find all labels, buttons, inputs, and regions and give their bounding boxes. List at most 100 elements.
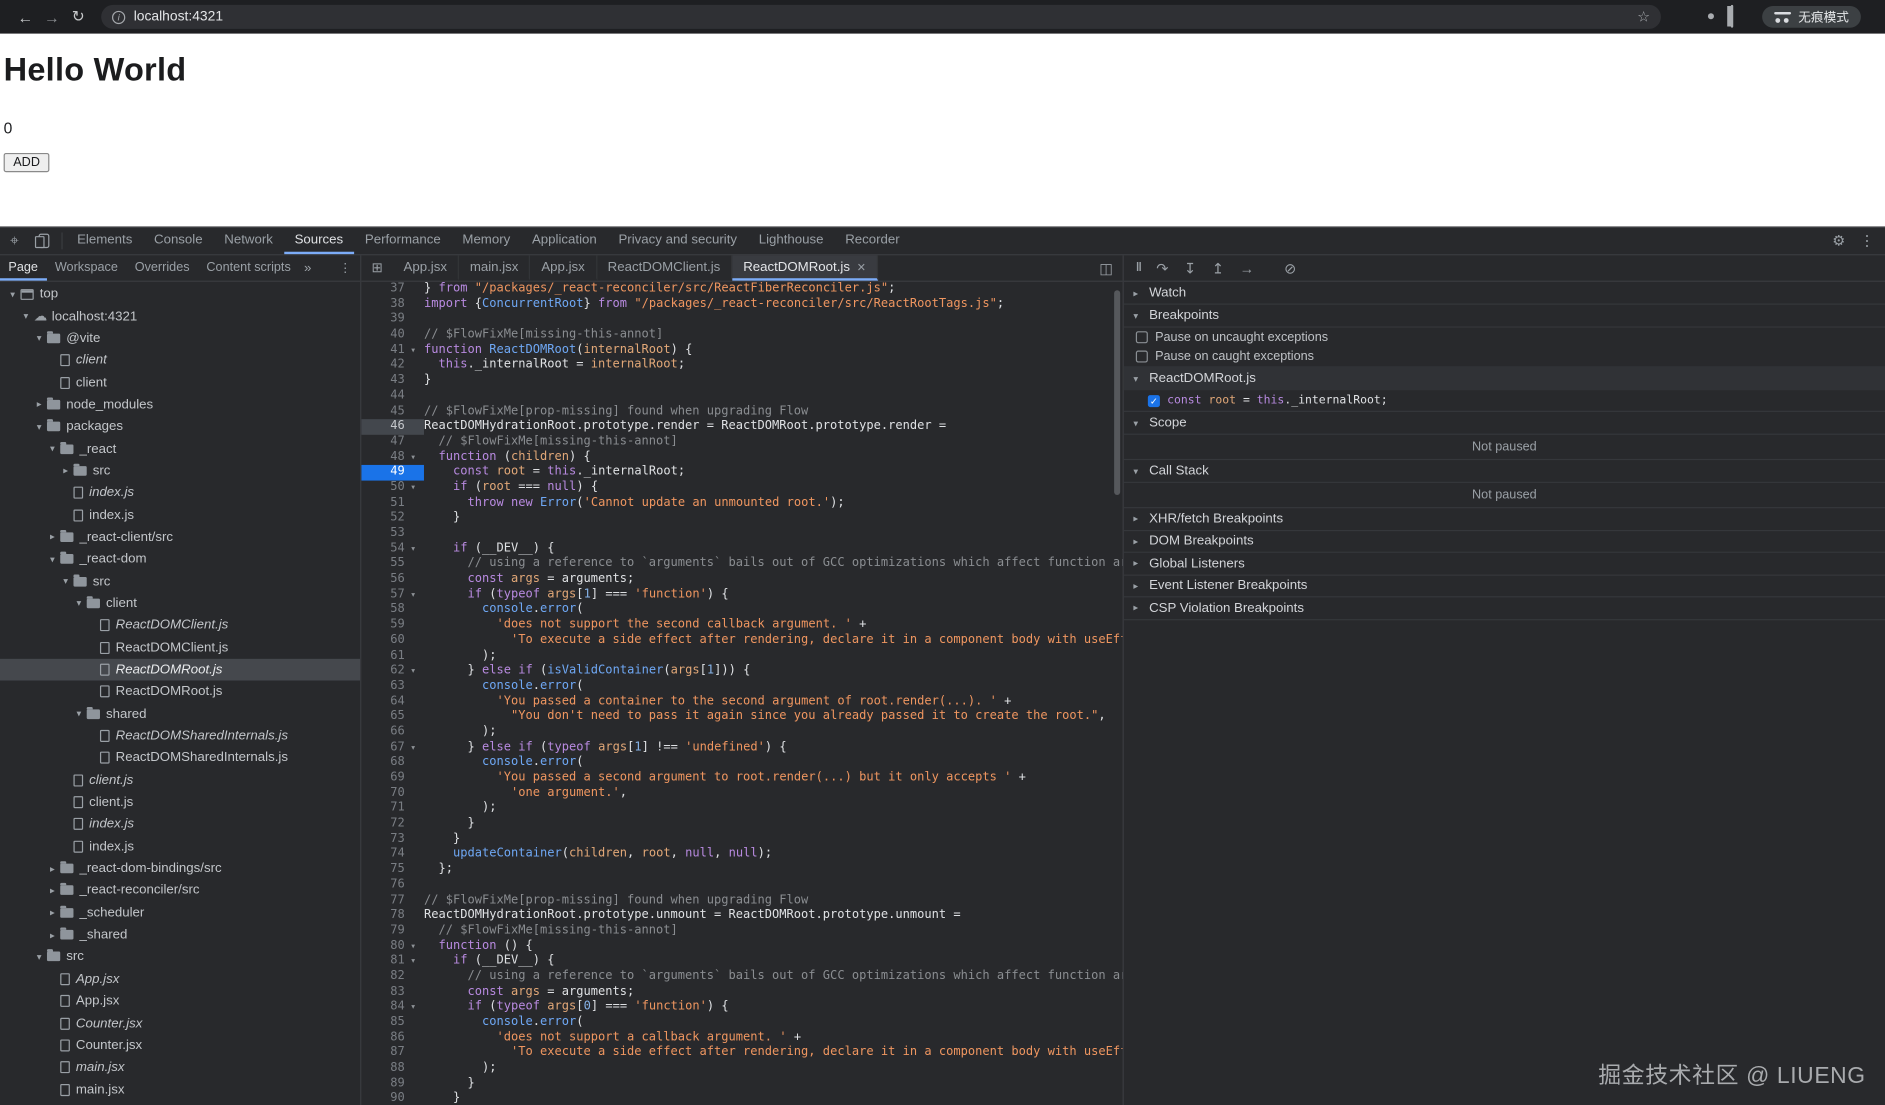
- gutter[interactable]: 38: [361, 297, 424, 312]
- line-number[interactable]: 76: [361, 878, 404, 893]
- editor-tab-reactdomroot-js[interactable]: ReactDOMRoot.js×: [732, 255, 877, 280]
- code-line[interactable]: 68 console.error(: [361, 756, 1122, 771]
- code-line[interactable]: 81▾ if (__DEV__) {: [361, 954, 1122, 969]
- tree-item-top[interactable]: ▾top: [0, 283, 360, 305]
- tree-item-main-jsx[interactable]: main.jsx: [0, 1078, 360, 1100]
- code-line[interactable]: 58 console.error(: [361, 603, 1122, 618]
- tree-item-localhost-4321[interactable]: ▾☁localhost:4321: [0, 305, 360, 327]
- tree-item-react-dom[interactable]: ▾_react-dom: [0, 548, 360, 570]
- code-line[interactable]: 84▾ if (typeof args[0] === 'function') {: [361, 1000, 1122, 1015]
- gutter[interactable]: 42: [361, 358, 424, 373]
- gutter[interactable]: 88: [361, 1061, 424, 1076]
- sidebar-section-csp-violation-breakpoints[interactable]: ▸CSP Violation Breakpoints: [1124, 597, 1885, 619]
- tree-item-scheduler[interactable]: ▸_scheduler: [0, 902, 360, 924]
- gutter[interactable]: 49: [361, 465, 424, 480]
- side-panel-icon[interactable]: [1731, 6, 1733, 28]
- chevron-down-icon[interactable]: ▾: [18, 311, 34, 322]
- line-number[interactable]: 43: [361, 374, 404, 389]
- tree-item-vite[interactable]: ▾@vite: [0, 327, 360, 349]
- fold-arrow-icon[interactable]: ▾: [405, 481, 422, 496]
- line-number[interactable]: 52: [361, 511, 404, 526]
- gutter[interactable]: 90: [361, 1092, 424, 1105]
- tree-item-reactdomclient-js[interactable]: ReactDOMClient.js: [0, 637, 360, 659]
- code-line[interactable]: 61 );: [361, 649, 1122, 664]
- tree-item-react-dom-bindings-src[interactable]: ▸_react-dom-bindings/src: [0, 858, 360, 880]
- chevron-down-icon[interactable]: ▾: [45, 554, 61, 565]
- code-line[interactable]: 69 'You passed a second argument to root…: [361, 771, 1122, 786]
- sidebar-section-dom-breakpoints[interactable]: ▸DOM Breakpoints: [1124, 531, 1885, 553]
- tree-item-client[interactable]: ▾client: [0, 592, 360, 614]
- chevron-down-icon[interactable]: ▾: [71, 708, 87, 719]
- devtools-tab-sources[interactable]: Sources: [284, 228, 354, 254]
- chevron-right-icon[interactable]: ▸: [45, 907, 61, 918]
- tree-item-app-jsx[interactable]: App.jsx: [0, 990, 360, 1012]
- devtools-tab-privacy-and-security[interactable]: Privacy and security: [608, 228, 748, 254]
- tree-item-counter-jsx[interactable]: Counter.jsx: [0, 1034, 360, 1056]
- chevron-right-icon[interactable]: ▸: [45, 885, 61, 896]
- line-number[interactable]: 72: [361, 817, 404, 832]
- tree-item-react[interactable]: ▾_react: [0, 438, 360, 460]
- checkbox-unchecked-icon[interactable]: [1136, 331, 1148, 343]
- gutter[interactable]: 79: [361, 924, 424, 939]
- tree-item-reactdomclient-js[interactable]: ReactDOMClient.js: [0, 614, 360, 636]
- gutter[interactable]: 55: [361, 557, 424, 572]
- chevron-right-icon[interactable]: ▸: [45, 863, 61, 874]
- devtools-tab-elements[interactable]: Elements: [66, 228, 143, 254]
- chevron-down-icon[interactable]: ▾: [58, 576, 74, 587]
- sidebar-section-call-stack[interactable]: ▾ Call Stack: [1124, 460, 1885, 483]
- tree-item-react-reconciler-src[interactable]: ▸_react-reconciler/src: [0, 880, 360, 902]
- line-number[interactable]: 87: [361, 1046, 404, 1061]
- gutter[interactable]: 86: [361, 1031, 424, 1046]
- tree-item-shared[interactable]: ▸_shared: [0, 924, 360, 946]
- line-number[interactable]: 61: [361, 649, 404, 664]
- gutter[interactable]: 84▾: [361, 1000, 424, 1015]
- gutter[interactable]: 78: [361, 908, 424, 923]
- code-line[interactable]: 85 console.error(: [361, 1015, 1122, 1030]
- tree-item-client[interactable]: client: [0, 349, 360, 371]
- line-number[interactable]: 70: [361, 786, 404, 801]
- pause-uncaught-exceptions-row[interactable]: Pause on uncaught exceptions: [1124, 328, 1885, 347]
- line-number[interactable]: 60: [361, 633, 404, 648]
- tree-item-client-js[interactable]: client.js: [0, 791, 360, 813]
- line-number[interactable]: 78: [361, 908, 404, 923]
- line-number[interactable]: 62: [361, 664, 404, 679]
- line-number[interactable]: 66: [361, 725, 404, 740]
- devtools-tab-application[interactable]: Application: [521, 228, 608, 254]
- chevron-right-icon[interactable]: ▸: [31, 399, 47, 410]
- code-line[interactable]: 90 }: [361, 1092, 1122, 1105]
- code-line[interactable]: 56 const args = arguments;: [361, 572, 1122, 587]
- fold-arrow-icon[interactable]: ▾: [405, 664, 422, 679]
- code-editor[interactable]: 37} from "/packages/_react-reconciler/sr…: [361, 282, 1122, 1105]
- pause-icon[interactable]: ‖: [1136, 261, 1141, 274]
- code-line[interactable]: 46ReactDOMHydrationRoot.prototype.render…: [361, 419, 1122, 434]
- code-line[interactable]: 47 // $FlowFixMe[missing-this-annot]: [361, 435, 1122, 450]
- code-line[interactable]: 74 updateContainer(children, root, null,…: [361, 847, 1122, 862]
- line-number[interactable]: 42: [361, 358, 404, 373]
- gutter[interactable]: 51: [361, 496, 424, 511]
- code-line[interactable]: 67▾ } else if (typeof args[1] !== 'undef…: [361, 740, 1122, 755]
- tree-item-client[interactable]: client: [0, 371, 360, 393]
- code-line[interactable]: 59 'does not support the second callback…: [361, 618, 1122, 633]
- code-line[interactable]: 82 // using a reference to `arguments` b…: [361, 970, 1122, 985]
- line-number[interactable]: 90: [361, 1092, 404, 1105]
- code-line[interactable]: 63 console.error(: [361, 679, 1122, 694]
- navigator-tab-overrides[interactable]: Overrides: [126, 255, 198, 280]
- reload-icon[interactable]: ↻: [65, 7, 91, 26]
- gutter[interactable]: 62▾: [361, 664, 424, 679]
- editor-tab-reactdomclient-js[interactable]: ReactDOMClient.js: [597, 255, 733, 280]
- line-number[interactable]: 86: [361, 1031, 404, 1046]
- tree-item-reactdomroot-js[interactable]: ReactDOMRoot.js: [0, 659, 360, 681]
- tree-item-packages[interactable]: ▾packages: [0, 416, 360, 438]
- line-number[interactable]: 47: [361, 435, 404, 450]
- line-number[interactable]: 71: [361, 801, 404, 816]
- code-line[interactable]: 65 "You don't need to pass it again sinc…: [361, 710, 1122, 725]
- code-line[interactable]: 87 'To execute a side effect after rende…: [361, 1046, 1122, 1061]
- tree-item-reactdomroot-js[interactable]: ReactDOMRoot.js: [0, 681, 360, 703]
- code-line[interactable]: 38import {ConcurrentRoot} from "/package…: [361, 297, 1122, 312]
- gutter[interactable]: 67▾: [361, 740, 424, 755]
- line-number[interactable]: 75: [361, 863, 404, 878]
- line-number[interactable]: 57: [361, 587, 404, 602]
- code-line[interactable]: 48▾ function (children) {: [361, 450, 1122, 465]
- tree-item-src[interactable]: ▸src: [0, 460, 360, 482]
- editor-scrollbar[interactable]: [1114, 290, 1120, 495]
